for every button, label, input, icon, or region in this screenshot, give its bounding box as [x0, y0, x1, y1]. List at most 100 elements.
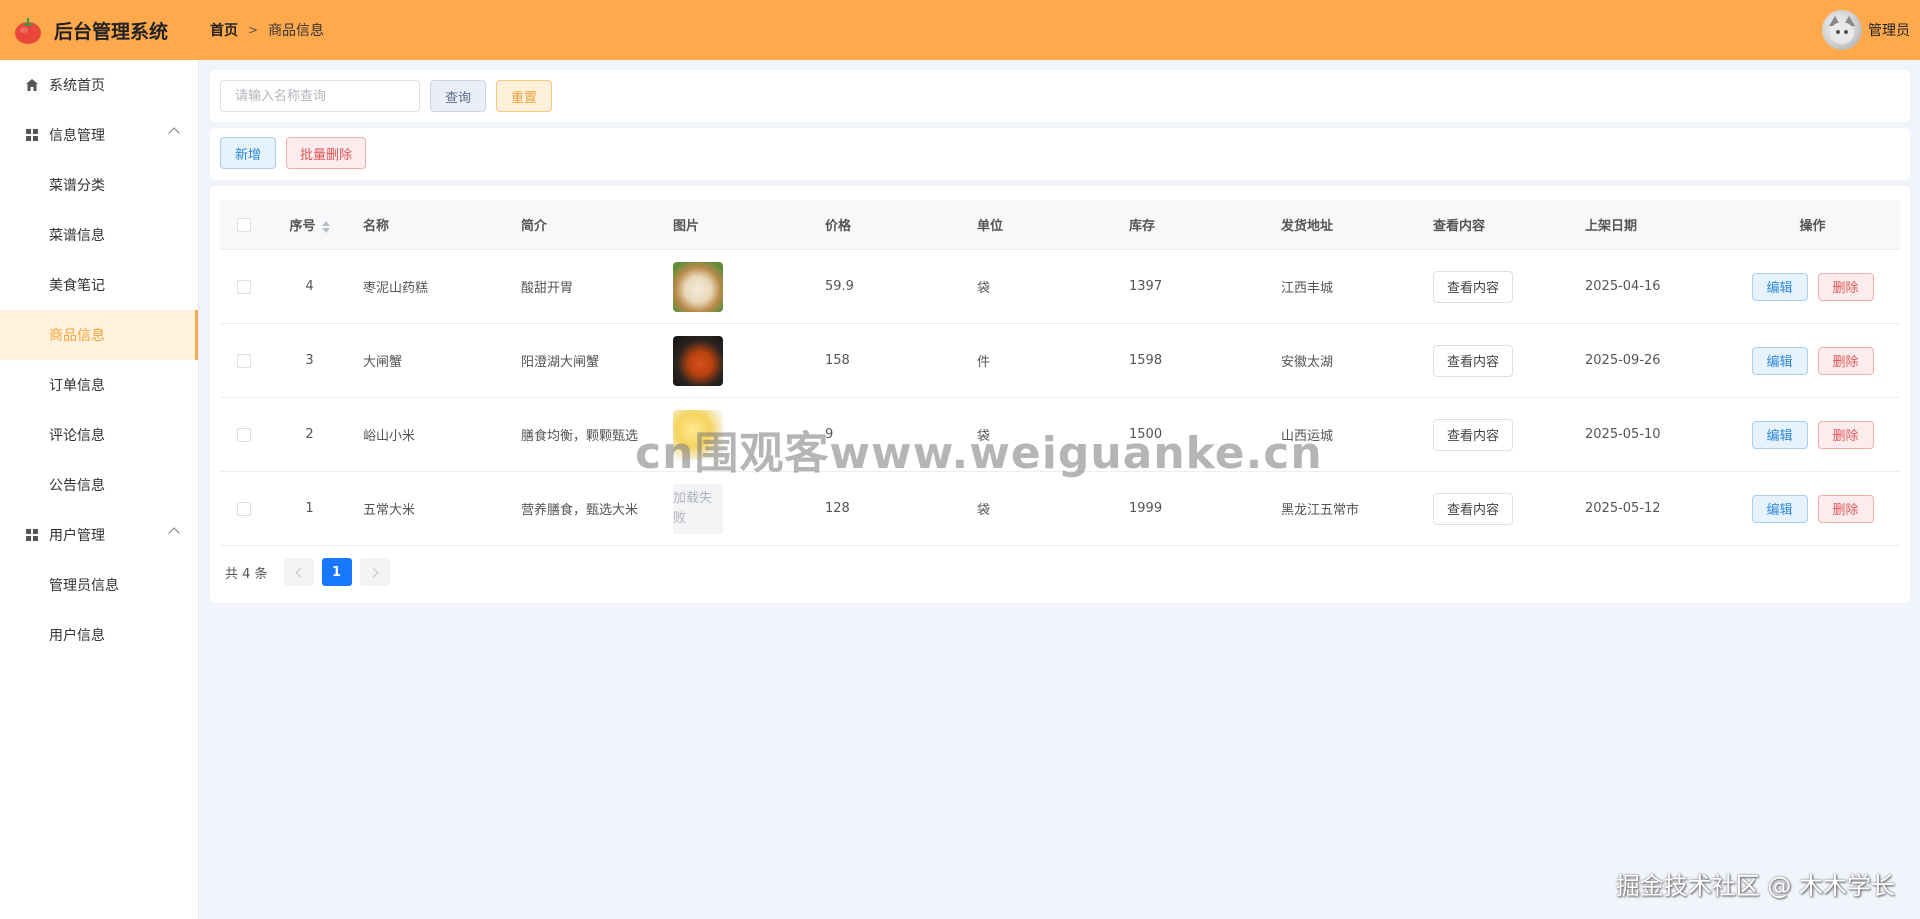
- sidebar-item-label: 信息管理: [49, 128, 105, 144]
- sidebar-item-recipe-category[interactable]: 菜谱分类: [0, 160, 198, 210]
- chevron-up-icon: [168, 127, 180, 139]
- cell-ops: 编辑 删除: [1725, 346, 1900, 375]
- edit-button[interactable]: 编辑: [1751, 346, 1808, 375]
- cell-ops: 编辑 删除: [1725, 420, 1900, 449]
- table-panel: 序号 名称 简介 图片 价格 单位 库存 发货地址 查看内容 上架日期 操作 4…: [210, 186, 1910, 603]
- sidebar-item-notice-info[interactable]: 公告信息: [0, 460, 198, 510]
- sidebar-item-goods-info[interactable]: 商品信息: [0, 310, 198, 360]
- cell-unit: 袋: [977, 503, 991, 518]
- search-panel: 查询 重置: [210, 70, 1910, 122]
- cell-view: 查看内容: [1421, 418, 1573, 451]
- cell-price: 158: [825, 353, 850, 368]
- watermark-center: cn围观客www.weiguanke.cn: [635, 428, 1323, 479]
- sidebar-item-admin-info[interactable]: 管理员信息: [0, 560, 198, 610]
- sidebar-group-users[interactable]: 用户管理: [0, 510, 198, 560]
- cell-image: [661, 261, 813, 312]
- cell-stock: 1999: [1129, 501, 1163, 516]
- product-thumbnail[interactable]: [673, 261, 723, 312]
- column-header-stock: 库存: [1129, 219, 1156, 234]
- pagination-total: 共 4 条: [225, 566, 268, 582]
- view-content-button[interactable]: 查看内容: [1433, 344, 1513, 377]
- cell-unit: 件: [977, 355, 991, 370]
- sidebar-item-label: 菜谱分类: [49, 178, 105, 194]
- edit-button[interactable]: 编辑: [1751, 420, 1808, 449]
- cell-stock: 1397: [1129, 279, 1163, 294]
- row-select: [220, 501, 268, 516]
- cell-price: 128: [825, 501, 850, 516]
- sidebar-item-label: 系统首页: [49, 78, 105, 94]
- page-number-current[interactable]: 1: [321, 558, 352, 586]
- query-button[interactable]: 查询: [430, 80, 486, 112]
- table-row: 3 大闸蟹 阳澄湖大闸蟹 158 件 1598 安徽太湖 查看内容 2025-0…: [220, 324, 1900, 398]
- cell-date: 2025-09-26: [1585, 353, 1661, 368]
- cell-intro: 酸甜开胃: [521, 281, 574, 296]
- cell-date: 2025-05-10: [1585, 427, 1661, 442]
- grid-icon: [24, 527, 40, 543]
- view-content-button[interactable]: 查看内容: [1433, 492, 1513, 525]
- column-header-address: 发货地址: [1281, 219, 1334, 234]
- edit-button[interactable]: 编辑: [1751, 272, 1808, 301]
- product-thumbnail[interactable]: [673, 335, 723, 386]
- delete-button[interactable]: 删除: [1817, 346, 1874, 375]
- app-logo[interactable]: 后台管理系统: [0, 0, 199, 60]
- view-content-button[interactable]: 查看内容: [1433, 418, 1513, 451]
- breadcrumb-home[interactable]: 首页: [210, 20, 238, 40]
- cell-no: 1: [305, 501, 314, 516]
- delete-button[interactable]: 删除: [1817, 420, 1874, 449]
- sidebar-item-dashboard[interactable]: 系统首页: [0, 60, 198, 110]
- cell-name: 峪山小米: [363, 429, 416, 444]
- operation-panel: 新增 批量删除: [210, 128, 1910, 180]
- delete-button[interactable]: 删除: [1817, 494, 1874, 523]
- column-header-unit: 单位: [977, 219, 1004, 234]
- goods-table: 序号 名称 简介 图片 价格 单位 库存 发货地址 查看内容 上架日期 操作 4…: [220, 200, 1900, 546]
- pagination: 共 4 条 1: [225, 558, 390, 586]
- chevron-up-icon: [168, 527, 180, 539]
- sidebar-item-label: 商品信息: [49, 328, 105, 344]
- watermark-corner: 掘金技术社区 @ 木木学长: [1615, 872, 1895, 900]
- delete-button[interactable]: 删除: [1817, 272, 1874, 301]
- sidebar-item-user-info[interactable]: 用户信息: [0, 610, 198, 660]
- sidebar-item-recipe-info[interactable]: 菜谱信息: [0, 210, 198, 260]
- batch-delete-button[interactable]: 批量删除: [286, 137, 366, 169]
- top-header: 后台管理系统 首页 > 商品信息 管理员: [0, 0, 1920, 60]
- row-checkbox[interactable]: [237, 501, 251, 516]
- cell-view: 查看内容: [1421, 270, 1573, 303]
- user-name[interactable]: 管理员: [1868, 20, 1910, 40]
- prev-page-button[interactable]: [283, 558, 314, 586]
- row-checkbox[interactable]: [237, 427, 251, 442]
- cell-name: 大闸蟹: [363, 355, 403, 370]
- user-menu[interactable]: 管理员: [1822, 10, 1910, 50]
- row-checkbox[interactable]: [237, 279, 251, 294]
- home-icon: [24, 77, 40, 93]
- avatar[interactable]: [1822, 10, 1862, 50]
- breadcrumb-separator-icon: >: [248, 23, 259, 37]
- sort-icon[interactable]: [321, 220, 330, 233]
- chevron-right-icon: [368, 567, 378, 577]
- sidebar-group-info[interactable]: 信息管理: [0, 110, 198, 160]
- sidebar-item-order-info[interactable]: 订单信息: [0, 360, 198, 410]
- sidebar-item-label: 评论信息: [49, 428, 105, 444]
- sidebar-item-comment-info[interactable]: 评论信息: [0, 410, 198, 460]
- cell-ops: 编辑 删除: [1725, 272, 1900, 301]
- column-header-no[interactable]: 序号: [268, 215, 351, 234]
- sidebar-item-food-notes[interactable]: 美食笔记: [0, 260, 198, 310]
- tomato-logo-icon: [15, 18, 41, 44]
- cell-unit: 袋: [977, 281, 991, 296]
- edit-button[interactable]: 编辑: [1751, 494, 1808, 523]
- sidebar-item-label: 公告信息: [49, 478, 105, 494]
- breadcrumb: 首页 > 商品信息: [210, 20, 324, 40]
- reset-button[interactable]: 重置: [496, 80, 552, 112]
- view-content-button[interactable]: 查看内容: [1433, 270, 1513, 303]
- select-all-checkbox[interactable]: [237, 217, 251, 232]
- row-checkbox[interactable]: [237, 353, 251, 368]
- cell-no: 4: [305, 279, 314, 294]
- next-page-button[interactable]: [359, 558, 390, 586]
- column-header-image: 图片: [673, 219, 700, 234]
- sidebar: 系统首页 信息管理 菜谱分类 菜谱信息 美食笔记 商品信息 订单信息 评论信息 …: [0, 60, 199, 919]
- add-button[interactable]: 新增: [220, 137, 276, 169]
- image-load-failed: 加载失败: [673, 483, 723, 534]
- cell-no: 3: [305, 353, 314, 368]
- search-input[interactable]: [220, 80, 420, 112]
- column-header-ops: 操作: [1799, 219, 1826, 234]
- column-header-date: 上架日期: [1585, 219, 1638, 234]
